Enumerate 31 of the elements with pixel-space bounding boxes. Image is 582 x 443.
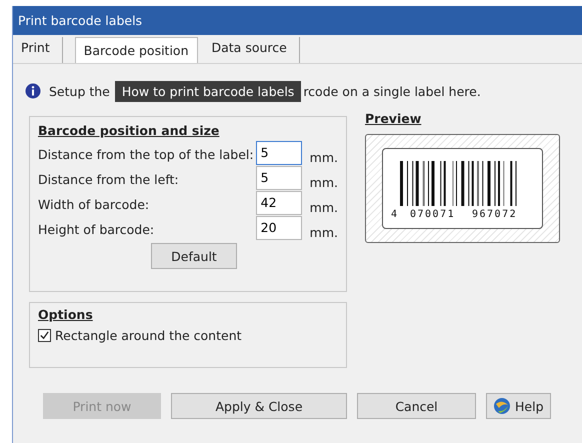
unit-label: mm.: [310, 225, 338, 240]
field-label: Height of barcode:: [38, 222, 156, 237]
barcode-digits: 070071: [410, 208, 455, 220]
info-text: Setup the: [49, 84, 110, 98]
input-field[interactable]: 5: [256, 166, 302, 190]
barcode-digits: 967072: [472, 208, 517, 220]
field-label: Distance from the top of the label:: [38, 147, 255, 162]
tab[interactable]: Barcode position: [74, 37, 198, 63]
checkbox-label: Rectangle around the content: [55, 328, 242, 343]
unit-label: mm.: [310, 175, 338, 190]
dialog-button[interactable]: Cancel: [357, 393, 476, 419]
group-title: Barcode position and size: [38, 123, 220, 138]
field-label: Width of barcode:: [38, 197, 150, 212]
help-icon: [493, 397, 511, 415]
preview-title: Preview: [365, 111, 422, 126]
info-icon: [25, 83, 41, 99]
default-button[interactable]: Default: [151, 243, 237, 269]
tooltip: How to print barcode labels: [114, 80, 302, 102]
group-title: Options: [38, 307, 93, 322]
input-field[interactable]: 42: [256, 190, 302, 214]
unit-label: mm.: [310, 150, 338, 165]
unit-label: mm.: [310, 200, 338, 215]
input-field[interactable]: 5: [256, 140, 302, 164]
help-button[interactable]: Help: [486, 393, 550, 419]
window-title: Print barcode labels: [13, 6, 582, 35]
checkbox[interactable]: [38, 329, 51, 342]
input-field[interactable]: 20: [256, 216, 302, 240]
info-text: rcode on a single label here.: [303, 84, 481, 98]
barcode-digits: 4: [390, 208, 398, 220]
dialog-button[interactable]: Apply & Close: [171, 393, 347, 419]
field-label: Distance from the left:: [38, 172, 180, 187]
